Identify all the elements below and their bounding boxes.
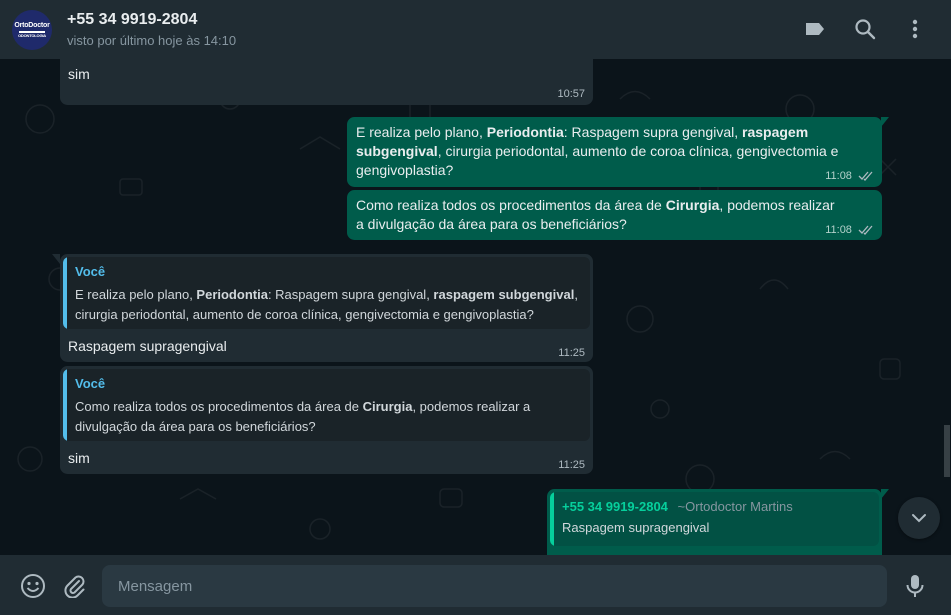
avatar[interactable]: OrtoDoctor ODONTOLOGIA <box>12 10 52 50</box>
attach-icon[interactable] <box>61 573 87 599</box>
bold-text: Cirurgia <box>665 197 720 213</box>
message-text: Como realiza todos os procedimentos da á… <box>356 196 846 234</box>
quote-author: Você <box>75 264 106 279</box>
text-run: : Raspagem supra gengival, <box>267 287 434 302</box>
text-run: : Raspagem supra gengival, <box>563 124 742 140</box>
chevron-down-icon <box>912 514 926 523</box>
quote-author: +55 34 9919-2804 <box>562 499 668 514</box>
message-bubble-outgoing[interactable]: E realiza pelo plano, Periodontia: Raspa… <box>347 117 882 187</box>
quote-author-alias: ~Ortodoctor Martins <box>677 499 793 514</box>
message-time-label: 11:08 <box>825 224 852 236</box>
text-run: E realiza pelo plano, <box>356 124 487 140</box>
quoted-message[interactable]: Você Como realiza todos os procedimentos… <box>63 369 590 441</box>
quote-text: Como realiza todos os procedimentos da á… <box>75 397 580 437</box>
bubble-tail <box>881 489 889 499</box>
text-run: Como realiza todos os procedimentos da á… <box>356 197 666 213</box>
emoji-icon[interactable] <box>20 573 46 599</box>
scroll-to-bottom-button[interactable] <box>898 497 940 539</box>
quote-accent-bar <box>63 369 67 441</box>
contact-status: visto por último hoje às 14:10 <box>67 33 237 48</box>
quote-text: E realiza pelo plano, Periodontia: Raspa… <box>75 285 580 325</box>
message-time: 11:25 <box>558 459 585 471</box>
message-text: Raspagem supragengival <box>68 338 227 354</box>
text-run: E realiza pelo plano, <box>75 287 197 302</box>
message-bubble-incoming[interactable]: Você Como realiza todos os procedimentos… <box>60 366 593 474</box>
message-bubble-incoming[interactable]: Você E realiza pelo plano, Periodontia: … <box>60 254 593 362</box>
bold-text: Periodontia <box>196 287 268 302</box>
bold-text: Cirurgia <box>362 399 413 414</box>
message-text: sim <box>68 66 90 82</box>
quoted-message[interactable]: +55 34 9919-2804 ~Ortodoctor Martins Ras… <box>550 492 879 546</box>
quoted-message[interactable]: Você E realiza pelo plano, Periodontia: … <box>63 257 590 329</box>
message-input[interactable] <box>102 565 887 607</box>
message-bubble-incoming[interactable]: sim 10:57 <box>60 59 593 105</box>
message-text: E realiza pelo plano, Periodontia: Raspa… <box>356 123 846 180</box>
search-icon[interactable] <box>853 17 877 41</box>
message-time: 11:08 <box>825 224 874 236</box>
quote-accent-bar <box>550 492 554 546</box>
quote-author: Você <box>75 376 106 391</box>
bubble-tail <box>881 117 889 127</box>
label-icon[interactable] <box>803 17 827 41</box>
menu-icon[interactable] <box>903 17 927 41</box>
message-time: 10:57 <box>557 88 585 100</box>
text-run: Como realiza todos os procedimentos da á… <box>75 399 363 414</box>
message-time: 11:25 <box>558 347 585 359</box>
quote-text: Raspagem supragengival <box>562 520 710 535</box>
bubble-tail <box>52 254 60 264</box>
quote-accent-bar <box>63 257 67 329</box>
chat-header[interactable]: OrtoDoctor ODONTOLOGIA +55 34 9919-2804 … <box>0 0 951 59</box>
read-receipt-icon <box>858 225 873 236</box>
message-time-label: 11:08 <box>825 170 852 182</box>
avatar-logo-text: OrtoDoctor <box>14 21 50 29</box>
quote-author-line: +55 34 9919-2804 ~Ortodoctor Martins <box>562 499 793 514</box>
compose-bar <box>0 555 951 615</box>
read-receipt-icon <box>858 171 873 182</box>
message-bubble-outgoing[interactable]: Como realiza todos os procedimentos da á… <box>347 190 882 240</box>
bold-text: raspagem subgengival <box>433 287 575 302</box>
bold-text: Periodontia <box>486 124 564 140</box>
chat-scrollbar[interactable] <box>944 425 950 477</box>
avatar-logo-subtext: ODONTOLOGIA <box>18 32 46 38</box>
chat-area[interactable]: sim 10:57 E realiza pelo plano, Periodon… <box>0 59 951 555</box>
microphone-icon[interactable] <box>902 573 928 599</box>
message-bubble-outgoing[interactable]: +55 34 9919-2804 ~Ortodoctor Martins Ras… <box>547 489 882 555</box>
message-text: sim <box>68 450 90 466</box>
message-time: 11:08 <box>825 170 874 182</box>
contact-name[interactable]: +55 34 9919-2804 <box>67 11 197 29</box>
